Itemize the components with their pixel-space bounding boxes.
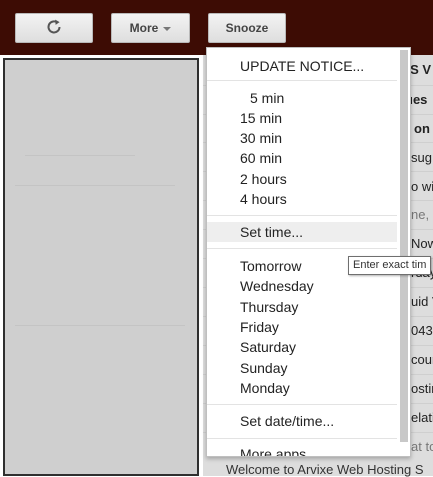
email-row-fragment[interactable]: sug	[411, 150, 432, 165]
more-label: More	[129, 21, 159, 35]
menu-item-15-min[interactable]: 15 min	[207, 108, 397, 128]
menu-item-60-min[interactable]: 60 min	[207, 148, 397, 168]
email-row-fragment[interactable]: o wi	[411, 179, 433, 194]
sidebar-divider	[15, 185, 175, 186]
email-row-fragment[interactable]: Now	[411, 236, 433, 251]
menu-separator	[207, 80, 397, 81]
email-row-fragment[interactable]: uid V	[411, 294, 433, 309]
menu-item-2-hours[interactable]: 2 hours	[207, 169, 397, 189]
snooze-menu: UPDATE NOTICE... 5 min 15 min 30 min 60 …	[206, 47, 411, 457]
menu-item-monday[interactable]: Monday	[207, 378, 397, 398]
email-row-subject[interactable]: Welcome to Arvixe Web Hosting S	[226, 462, 424, 477]
menu-item-friday[interactable]: Friday	[207, 317, 397, 337]
menu-item-saturday[interactable]: Saturday	[207, 337, 397, 357]
email-row-fragment[interactable]: at to	[411, 439, 433, 454]
email-row-fragment[interactable]: ostin	[411, 381, 433, 396]
email-row-fragment[interactable]: cour	[411, 352, 433, 367]
more-button[interactable]: More	[111, 13, 190, 43]
menu-item-set-date-time[interactable]: Set date/time...	[207, 411, 397, 431]
menu-separator	[207, 248, 397, 249]
email-row-fragment[interactable]: on	[414, 121, 430, 136]
menu-item-thursday[interactable]: Thursday	[207, 297, 397, 317]
sidebar	[3, 58, 199, 476]
menu-separator	[207, 404, 397, 405]
chevron-down-icon	[163, 27, 172, 31]
email-row-fragment[interactable]: ne,	[411, 207, 429, 222]
menu-item-5-min[interactable]: 5 min	[207, 88, 397, 108]
menu-item-update-notice[interactable]: UPDATE NOTICE...	[207, 56, 397, 76]
refresh-button[interactable]	[15, 13, 93, 43]
snooze-label: Snooze	[225, 21, 269, 35]
menu-item-4-hours[interactable]: 4 hours	[207, 189, 397, 209]
tooltip: Enter exact tim	[348, 256, 432, 275]
snooze-button[interactable]: Snooze	[208, 13, 286, 43]
menu-separator	[207, 215, 397, 216]
menu-item-more-apps[interactable]: More apps...	[207, 444, 397, 456]
menu-item-wednesday[interactable]: Wednesday	[207, 276, 397, 296]
menu-item-30-min[interactable]: 30 min	[207, 128, 397, 148]
refresh-icon	[45, 18, 63, 39]
sidebar-divider	[25, 155, 135, 156]
menu-item-set-time[interactable]: Set time...	[207, 222, 397, 242]
email-row-fragment[interactable]: 043	[411, 323, 433, 338]
email-row-fragment[interactable]: elati	[411, 410, 433, 425]
menu-separator	[207, 438, 397, 439]
menu-scrollbar[interactable]	[400, 50, 408, 442]
sidebar-divider	[15, 325, 185, 326]
menu-item-sunday[interactable]: Sunday	[207, 358, 397, 378]
